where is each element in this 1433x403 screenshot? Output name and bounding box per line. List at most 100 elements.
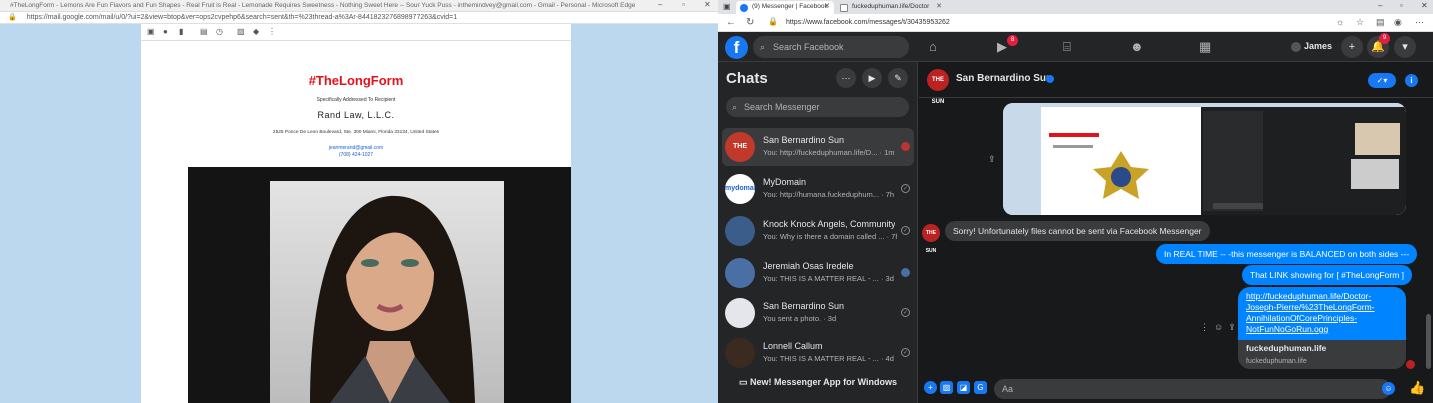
- link-preview-title: fuckeduphuman.life: [1246, 343, 1327, 353]
- seen-avatar: [901, 142, 910, 151]
- conversation-preview: You: THIS IS A MATTER REAL - ... · 4d: [763, 354, 897, 363]
- conversation-item[interactable]: THE SUN San Bernardino Sun You: http://f…: [722, 128, 914, 166]
- new-messenger-app-link[interactable]: ▭ New! Messenger App for Windows: [718, 377, 918, 388]
- mail-address-line: 2525 Ponce De Leon Boulevard, Ste. 300 M…: [272, 130, 440, 135]
- tab-fuckeduphuman[interactable]: fuckeduphuman.life/Doctor ✕: [836, 1, 946, 14]
- chats-sidebar: Chats ⋯ ▶ ✎ ⌕ Search Messenger THE SUN S…: [718, 62, 918, 403]
- groups-icon[interactable]: ☻: [1130, 39, 1144, 55]
- facebook-favicon-icon: [740, 4, 748, 12]
- close-tab-icon[interactable]: ✕: [936, 1, 942, 13]
- conversation-preview: You: Why is there a domain called ... · …: [763, 232, 897, 241]
- thumbs-up-icon[interactable]: 👍: [1409, 380, 1425, 396]
- left-url[interactable]: https://mail.google.com/mail/u/0/?ui=2&v…: [27, 14, 457, 21]
- conversation-preview: You sent a photo. · 3d: [763, 314, 897, 323]
- sticker-icon[interactable]: ◪: [957, 381, 970, 394]
- more-options-icon[interactable]: ⋮: [268, 27, 276, 36]
- maximize-icon[interactable]: ▫: [682, 1, 685, 9]
- mail-firm-name: Rand Law, L.L.C.: [317, 110, 395, 120]
- minimize-icon[interactable]: –: [1378, 1, 1382, 10]
- link-url-line: http://fuckeduphuman.life/Doctor-: [1246, 291, 1372, 301]
- profile-shortcut[interactable]: James: [1291, 41, 1332, 52]
- label-icon[interactable]: ◆: [253, 27, 259, 36]
- preview-time: · 4d: [880, 354, 894, 363]
- preview-text: You: http://fuckeduphuman.life/D...: [763, 148, 878, 157]
- conversation-item[interactable]: Jeremiah Osas Iredele You: THIS IS A MAT…: [722, 254, 914, 292]
- new-message-button[interactable]: ✎: [888, 68, 908, 88]
- shared-screenshot-image[interactable]: [1003, 103, 1406, 215]
- close-icon[interactable]: ✕: [704, 1, 711, 9]
- avatar: [725, 258, 755, 288]
- conversation-name: San Bernardino Sun: [763, 135, 845, 145]
- facebook-search-input[interactable]: ⌕ Search Facebook: [753, 36, 909, 58]
- share-icon[interactable]: ⇪: [988, 154, 996, 165]
- preview-time: · 3d: [823, 314, 837, 323]
- reading-view-icon[interactable]: ☼: [1336, 17, 1344, 27]
- tab-messenger[interactable]: (9) Messenger | Facebook ✕: [736, 1, 834, 14]
- watch-icon[interactable]: ▶: [997, 39, 1007, 55]
- message-actions: ⋮☺⇪: [1200, 322, 1241, 333]
- conversation-item[interactable]: Knock Knock Angels, Community... You: Wh…: [722, 212, 914, 250]
- archive-icon[interactable]: ▣: [147, 27, 155, 36]
- snooze-icon[interactable]: ◷: [216, 27, 223, 36]
- link-preview-message[interactable]: http://fuckeduphuman.life/Doctor- Joseph…: [1238, 287, 1406, 369]
- conversation-item[interactable]: mydomain MyDomain You: http://humana.fuc…: [722, 170, 914, 208]
- photo-icon[interactable]: ▨: [940, 381, 953, 394]
- avatar: [1291, 41, 1301, 52]
- conversation-preview: You: THIS IS A MATTER REAL - ... · 3d: [763, 274, 897, 283]
- minimize-icon[interactable]: –: [658, 1, 662, 9]
- gif-icon[interactable]: G: [974, 381, 987, 394]
- conversation-item[interactable]: San Bernardino Sun You sent a photo. · 3…: [722, 294, 914, 332]
- chat-options-button[interactable]: ⋯: [836, 68, 856, 88]
- account-menu-button[interactable]: ▾: [1394, 36, 1416, 58]
- watch-badge: 8: [1007, 35, 1018, 46]
- close-tab-icon[interactable]: ✕: [824, 1, 830, 13]
- delete-icon[interactable]: ▮: [179, 27, 183, 36]
- message-bubble-incoming: Sorry! Unfortunately files cannot be sen…: [945, 221, 1210, 241]
- mark-unread-icon[interactable]: ▤: [200, 27, 208, 36]
- back-icon[interactable]: ←: [726, 17, 736, 28]
- right-browser-window: ▣ (9) Messenger | Facebook ✕ fuckeduphum…: [718, 0, 1433, 403]
- create-button[interactable]: +: [1341, 36, 1363, 58]
- preview-text: You: http://humana.fuckeduphum...: [763, 190, 880, 199]
- collections-icon[interactable]: ▤: [1376, 17, 1385, 28]
- scrollbar[interactable]: [1426, 314, 1431, 369]
- maximize-icon[interactable]: ▫: [1400, 1, 1403, 10]
- new-room-button[interactable]: ▶: [862, 68, 882, 88]
- favorite-star-icon[interactable]: ☆: [1356, 17, 1364, 28]
- avatar[interactable]: THE SUN: [927, 69, 949, 105]
- left-address-bar[interactable]: 🔒 https://mail.google.com/mail/u/0/?ui=2&…: [0, 12, 718, 24]
- message-composer: + ▨ ◪ G Aa ☺ 👍: [919, 375, 1433, 403]
- gaming-icon[interactable]: ▦: [1199, 39, 1211, 55]
- react-icon[interactable]: ☺: [1214, 322, 1228, 332]
- mail-email-link[interactable]: jeanmerand@gmail.com: [141, 145, 571, 151]
- conversation-title[interactable]: San Bernardino Sun: [956, 73, 1052, 84]
- report-spam-icon[interactable]: ●: [163, 27, 168, 36]
- facebook-logo-icon[interactable]: f: [725, 36, 748, 59]
- messenger-search-input[interactable]: ⌕ Search Messenger: [726, 97, 909, 117]
- profile-icon[interactable]: ◉: [1394, 17, 1402, 28]
- emoji-icon[interactable]: ☺: [1382, 382, 1395, 395]
- link-url[interactable]: http://fuckeduphuman.life/Doctor- Joseph…: [1238, 287, 1406, 340]
- url-field[interactable]: https://www.facebook.com/messages/t/3043…: [786, 17, 950, 29]
- refresh-icon[interactable]: ↻: [746, 17, 754, 28]
- message-input[interactable]: Aa: [994, 379, 1391, 399]
- home-icon[interactable]: ⌂: [929, 39, 937, 55]
- menu-dots-icon[interactable]: ⋯: [1415, 17, 1424, 28]
- sent-check-icon: ✓: [901, 348, 910, 357]
- info-icon[interactable]: i: [1405, 74, 1418, 87]
- conversation-item[interactable]: Lonnell Callum You: THIS IS A MATTER REA…: [722, 334, 914, 372]
- mail-toolbar: ▣ ● ▮ ▤ ◷ ▧ ◆ ⋮: [141, 24, 571, 41]
- add-to-tasks-icon[interactable]: ▧: [237, 27, 245, 36]
- marketplace-icon[interactable]: ⌸: [1063, 39, 1071, 55]
- conversation-status-button[interactable]: ✓▾: [1368, 73, 1396, 88]
- message-input-placeholder: Aa: [1002, 384, 1014, 394]
- tab-actions-icon[interactable]: ▣: [723, 2, 731, 11]
- preview-text: You: Why is there a domain called ...: [763, 232, 885, 241]
- sent-check-icon: ✓: [901, 184, 910, 193]
- mail-phone-link[interactable]: (708) 424-1027: [141, 152, 571, 158]
- more-icon[interactable]: ⋮: [1200, 322, 1214, 332]
- close-icon[interactable]: ✕: [1421, 1, 1428, 10]
- conversation-preview: You: http://humana.fuckeduphum... · 7h: [763, 190, 897, 199]
- more-actions-icon[interactable]: +: [924, 381, 937, 394]
- sent-check-icon: ✓: [901, 308, 910, 317]
